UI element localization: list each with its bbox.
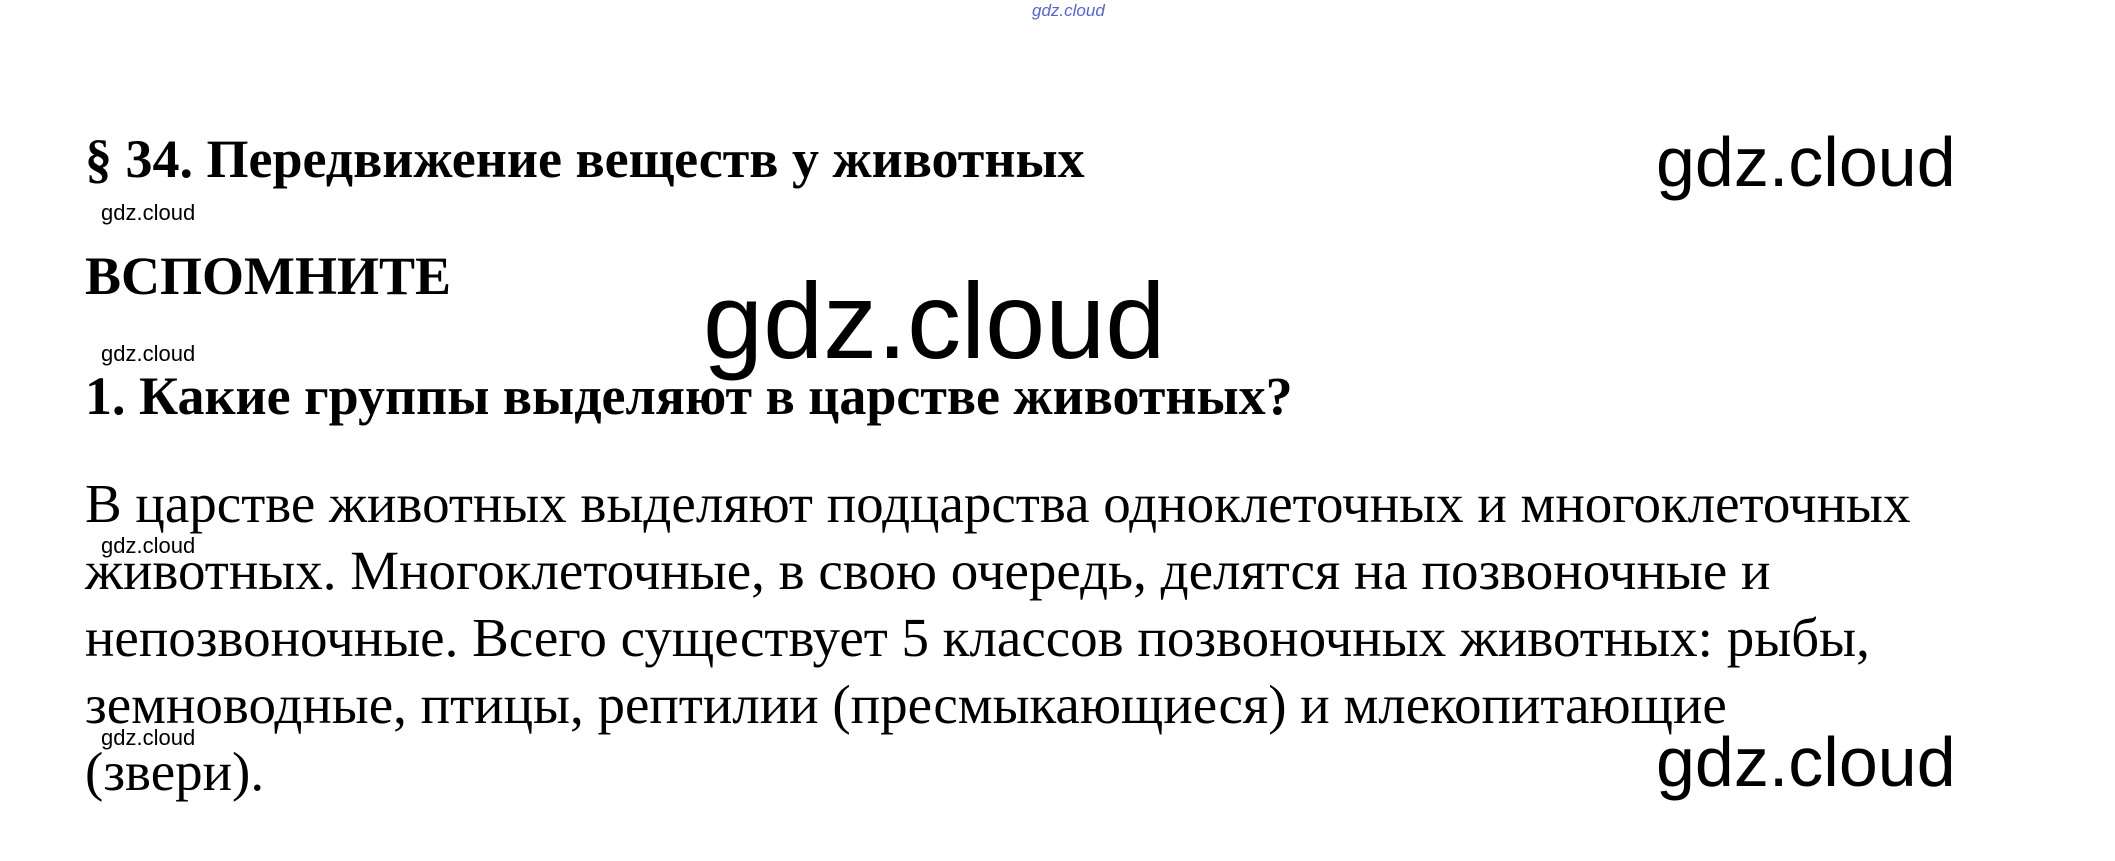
- answer-line: В царстве животных выделяют подцарства о…: [85, 473, 1911, 534]
- watermark-top: gdz.cloud: [1032, 1, 1105, 20]
- question-1: 1. Какие группы выделяют в царстве живот…: [85, 366, 1293, 426]
- watermark-small: gdz.cloud: [101, 725, 196, 750]
- section-title: § 34. Передвижение веществ у животных: [85, 129, 1085, 189]
- watermark-small: gdz.cloud: [101, 200, 196, 225]
- watermark-large-top-right: gdz.cloud: [1656, 123, 1956, 201]
- answer-line: животных. Многоклеточные, в свою очередь…: [85, 540, 1771, 601]
- watermark-large-bottom-right: gdz.cloud: [1656, 723, 1956, 801]
- watermark-huge-center: gdz.cloud: [703, 260, 1166, 381]
- answer-line: непозвоночные. Всего существует 5 классо…: [85, 607, 1870, 668]
- watermark-small: gdz.cloud: [101, 533, 196, 558]
- remember-heading: ВСПОМНИТЕ: [85, 246, 452, 306]
- watermark-small: gdz.cloud: [101, 341, 196, 366]
